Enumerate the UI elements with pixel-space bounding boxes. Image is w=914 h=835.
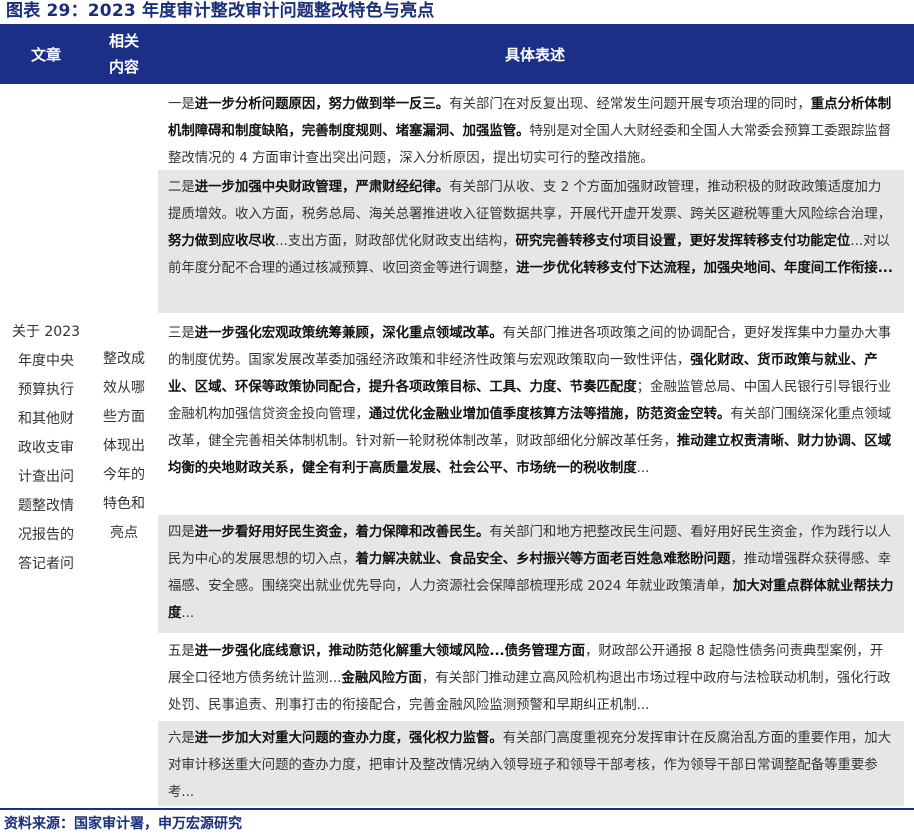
content-label-cell: 整改成 效从哪 些方面 体现出 今年的 特色和 亮点: [92, 345, 156, 548]
description-row-1: 一是进一步分析问题原因，努力做到举一反三。有关部门在对反复出现、经常发生问题开展…: [158, 87, 904, 169]
emphasis-text: 进一步加强中央财政管理，严肃财经纪律。: [194, 180, 450, 195]
article-line: 政收支审: [18, 440, 74, 456]
emphasis-text: 进一步优化转移支付下达流程，加强央地间、年度间工作衔接...: [516, 261, 893, 276]
body-text: ...: [181, 606, 195, 621]
article-line: 预算执行: [18, 382, 74, 398]
article-line: 和其他财: [18, 411, 74, 427]
emphasis-text: 努力做到应收尽收: [168, 234, 276, 249]
table-header: 文章 相关 内容 具体表述: [0, 24, 914, 84]
emphasis-text: 进一步看好用好民生资金，着力保障和改善民生。: [194, 525, 490, 540]
article-line: 关于 2023: [11, 324, 81, 340]
article-line: 计查出问: [18, 469, 74, 485]
figure-title: 图表 29：2023 年度审计整改审计问题整改特色与亮点: [6, 1, 435, 21]
content-label-line: 亮点: [110, 525, 138, 541]
article-line: 况报告的: [18, 527, 74, 543]
emphasis-text: 着力解决就业、食品安全、乡村振兴等方面老百姓急难愁盼问题: [355, 552, 731, 567]
description-row-3: 三是进一步强化宏观政策统筹兼顾，深化重点领域改革。有关部门推进各项政策之间的协调…: [158, 316, 904, 514]
body-text: 二是: [168, 180, 195, 195]
body-text: 三是: [168, 326, 195, 341]
emphasis-text: 进一步分析问题原因，努力做到举一反三。: [194, 97, 450, 112]
content-label-line: 整改成: [103, 351, 145, 367]
content-label-line: 效从哪: [103, 380, 145, 396]
emphasis-text: 研究完善转移支付项目设置，更好发挥转移支付功能定位: [515, 234, 851, 249]
header-related-content: 相关 内容: [92, 24, 156, 84]
article-line: 答记者问: [18, 556, 74, 572]
description-row-2: 二是进一步加强中央财政管理，严肃财经纪律。有关部门从收、支 2 个方面加强财政管…: [158, 170, 904, 313]
description-row-6: 六是进一步加大对重大问题的查办力度，强化权力监督。有关部门高度重视充分发挥审计在…: [158, 721, 904, 806]
emphasis-text: 进一步强化宏观政策统筹兼顾，深化重点领域改革。: [194, 326, 503, 341]
bottom-rule: [0, 808, 914, 810]
emphasis-text: 通过优化金融业增加值季度核算方法等措施，防范资金空转。: [368, 407, 731, 422]
emphasis-text: 金融风险方面: [341, 671, 422, 686]
body-text: 六是: [168, 731, 195, 746]
body-text: 有关部门在对反复出现、经常发生问题开展专项治理的同时，: [449, 97, 811, 112]
content-label-line: 体现出: [103, 438, 145, 454]
article-cell: 关于 2023 年度中央 预算执行 和其他财 政收支审 计查出问 题整改情 况报…: [0, 318, 92, 579]
content-label-line: 些方面: [103, 409, 145, 425]
emphasis-text: 进一步加大对重大问题的查办力度，强化权力监督。: [194, 731, 503, 746]
body-text: ...支出方面，财政部优化财政支出结构，: [275, 234, 516, 249]
header-related-line1: 相关: [108, 32, 139, 50]
body-text: ...: [636, 461, 650, 476]
body-text: 一是: [168, 97, 195, 112]
header-related-line2: 内容: [108, 58, 139, 76]
emphasis-text: 进一步强化底线意识，推动防范化解重大领域风险...债务管理方面: [194, 644, 585, 659]
article-line: 年度中央: [18, 353, 74, 369]
source-note: 资料来源：国家审计署，申万宏源研究: [4, 816, 242, 832]
content-label-line: 今年的: [103, 467, 145, 483]
description-row-4: 四是进一步看好用好民生资金，着力保障和改善民生。有关部门和地方把整改民生问题、看…: [158, 515, 904, 633]
header-description: 具体表述: [504, 45, 565, 64]
header-article: 文章: [30, 45, 61, 64]
body-text: 四是: [168, 525, 195, 540]
article-line: 题整改情: [18, 498, 74, 514]
body-text: 五是: [168, 644, 195, 659]
content-label-line: 特色和: [103, 496, 145, 512]
description-row-5: 五是进一步强化底线意识，推动防范化解重大领域风险...债务管理方面，财政部公开通…: [158, 634, 904, 719]
